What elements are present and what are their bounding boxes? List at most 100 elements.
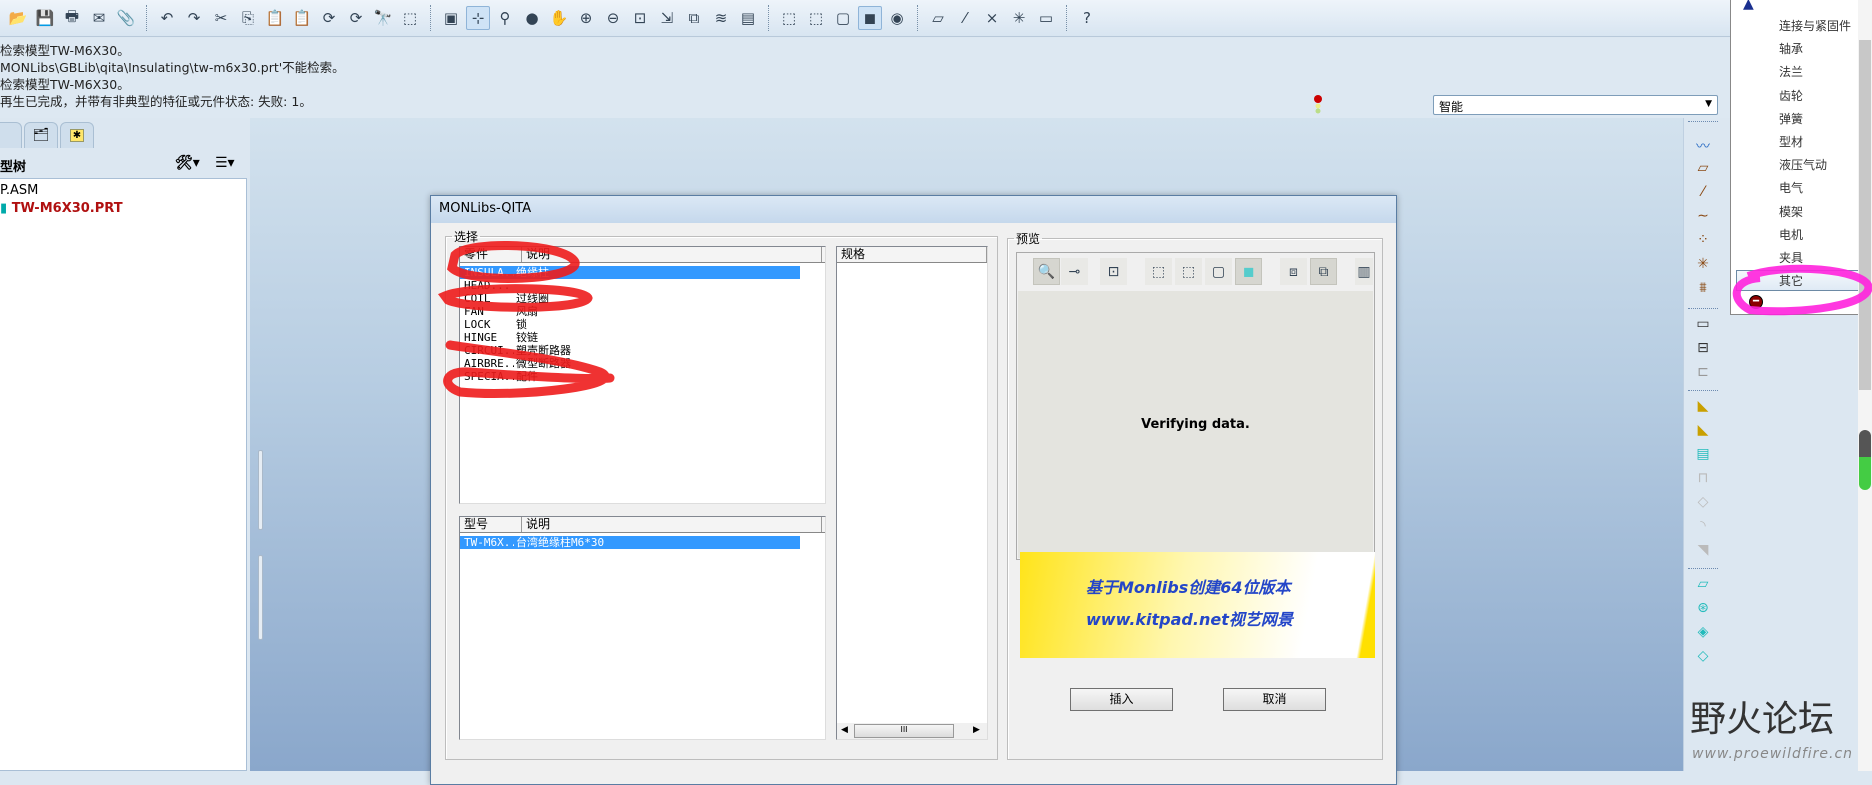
wireframe-icon[interactable]: ⬚ [777, 6, 801, 30]
wireframe-icon[interactable]: ⬚ [1145, 258, 1172, 285]
revolve-icon[interactable]: ⊛ [1692, 600, 1714, 622]
copy-icon[interactable]: ⎘ [236, 6, 260, 30]
redo-icon[interactable]: ↷ [182, 6, 206, 30]
assemble-icon[interactable]: ◣ [1692, 398, 1714, 420]
scroll-right-icon[interactable]: ▶ [973, 725, 980, 735]
shading-icon[interactable]: ◼ [1235, 258, 1262, 285]
menu-item[interactable]: 其它 [1779, 271, 1803, 291]
menu-item[interactable]: 轴承 [1779, 39, 1803, 59]
no-hidden-icon[interactable]: ▢ [1205, 258, 1232, 285]
select-box-icon[interactable]: ⬚ [398, 6, 422, 30]
undo-icon[interactable]: ↶ [155, 6, 179, 30]
view-manager-icon[interactable]: ⧉ [682, 6, 706, 30]
vertical-scrollbar[interactable] [1858, 0, 1872, 771]
cancel-button[interactable]: 取消 [1223, 688, 1326, 711]
scroll-left-icon[interactable]: ◀ [841, 725, 848, 735]
find-icon[interactable]: 🔭 [371, 6, 395, 30]
menu-item[interactable]: 连接与紧固件 [1779, 16, 1851, 36]
splitter-handle[interactable] [258, 450, 263, 530]
shading-icon[interactable]: ◼ [858, 6, 882, 30]
menu-item[interactable]: 齿轮 [1779, 86, 1803, 106]
model-list[interactable]: 型号说明 TW-M6X...台湾绝缘柱M6*30 [459, 516, 826, 740]
annotation-element-icon[interactable]: ⊏ [1692, 364, 1714, 386]
refit-icon[interactable]: ⊡ [1100, 258, 1127, 285]
assemble-manikin-icon[interactable]: ◣ [1692, 422, 1714, 444]
trimetric-icon[interactable]: ⧉ [1310, 258, 1337, 285]
snapshot-icon[interactable]: ▤ [736, 6, 760, 30]
scroll-thumb[interactable]: III [854, 724, 954, 738]
parts-list-row[interactable]: INSULA...绝缘柱 [460, 266, 800, 279]
zoom-in-icon[interactable]: ⊕ [574, 6, 598, 30]
preview-canvas[interactable]: Verifying data. [1018, 291, 1373, 558]
paste-special-icon[interactable]: 📋 [290, 6, 314, 30]
menu-item[interactable]: 模架 [1779, 202, 1803, 222]
parts-list-row[interactable]: LOCK 锁 [460, 318, 800, 331]
tab-model-tree[interactable] [0, 122, 22, 148]
column-header-description[interactable]: 说明 [522, 517, 822, 532]
csys-icon[interactable]: ✳ [1692, 256, 1714, 278]
paste-icon[interactable]: 📋 [263, 6, 287, 30]
menu-item[interactable]: 弹簧 [1779, 109, 1803, 129]
open-icon[interactable]: 📂 [6, 6, 30, 30]
menu-item[interactable]: 型材 [1779, 132, 1803, 152]
datum-curve-icon[interactable]: ∼ [1692, 208, 1714, 230]
parts-list-row[interactable]: COIL 过线圈 [460, 292, 800, 305]
column-header-model[interactable]: 型号 [460, 517, 522, 532]
parts-list-row[interactable]: CIRCUI...塑壳断路器 [460, 344, 800, 357]
pan-icon[interactable]: ⊸ [1061, 258, 1088, 285]
tree-item-assembly[interactable]: P.ASM [0, 183, 38, 198]
parts-list-row[interactable]: HINGE 铰链 [460, 331, 800, 344]
context-help-icon[interactable]: ? [1075, 6, 1099, 30]
parts-list-row[interactable]: SPECIA...配件 [460, 370, 800, 383]
isometric-icon[interactable]: ⧈ [1280, 258, 1307, 285]
refit-icon[interactable]: ⊡ [628, 6, 652, 30]
sketch-icon[interactable]: 〰 [1692, 136, 1714, 158]
film-icon[interactable]: ▥ [1355, 258, 1373, 285]
shade-icon[interactable]: ● [520, 6, 544, 30]
hidden-line-icon[interactable]: ⬚ [1175, 258, 1202, 285]
scroll-up-icon[interactable]: ▲ [1743, 0, 1754, 12]
csys-icon[interactable]: ✳ [1007, 6, 1031, 30]
annotations-icon[interactable]: ▭ [1034, 6, 1058, 30]
save-icon[interactable]: 💾 [33, 6, 57, 30]
tree-item-part[interactable]: ▮ TW-M6X30.PRT [0, 201, 123, 216]
parts-list[interactable]: 零件说明 INSULA...绝缘柱HEAD...COIL过线圈FAN风扇LOCK… [459, 246, 826, 504]
orient-icon[interactable]: ⚲ [493, 6, 517, 30]
horizontal-scrollbar[interactable]: ◀ III ▶ [837, 723, 987, 739]
no-hidden-icon[interactable]: ▢ [831, 6, 855, 30]
layers-icon[interactable]: ≋ [709, 6, 733, 30]
tab-favorites[interactable]: ✱ [60, 122, 94, 148]
create-component-icon[interactable]: ▤ [1692, 446, 1714, 468]
tab-folder-browser[interactable]: 🗂 [24, 122, 58, 148]
tree-filters-icon[interactable]: ☰▾ [215, 155, 235, 171]
selection-filter-dropdown[interactable]: 智能 ▼ [1433, 95, 1718, 115]
tree-settings-icon[interactable]: 🛠▾ [175, 155, 200, 171]
cut-icon[interactable]: ✂ [209, 6, 233, 30]
datum-points-icon[interactable]: × [980, 6, 1004, 30]
note-icon[interactable]: ▭ [1692, 316, 1714, 338]
menu-item[interactable]: 法兰 [1779, 62, 1803, 82]
datum-planes-icon[interactable]: ▱ [926, 6, 950, 30]
stop-icon[interactable]: ━ [1749, 295, 1763, 309]
scroll-thumb[interactable] [1859, 40, 1871, 390]
send-icon[interactable]: ✉ [87, 6, 111, 30]
datum-axes-icon[interactable]: ⁄ [953, 6, 977, 30]
parts-list-row[interactable]: HEAD... [460, 279, 800, 292]
menu-item[interactable]: 夹具 [1779, 248, 1803, 268]
regen-status-icon[interactable] [1313, 95, 1323, 115]
print-icon[interactable]: 🖶 [60, 6, 84, 30]
analysis-icon[interactable]: ⩩ [1692, 280, 1714, 302]
reorient-icon[interactable]: ⇲ [655, 6, 679, 30]
menu-item[interactable]: 液压气动 [1779, 155, 1827, 175]
spec-list[interactable]: 规格 ◀ III ▶ [836, 246, 988, 740]
regenerate-icon[interactable]: ⟳ [317, 6, 341, 30]
attach-icon[interactable]: 📎 [114, 6, 138, 30]
splitter-handle[interactable] [258, 555, 263, 640]
appearance-icon[interactable]: ◉ [885, 6, 909, 30]
repaint-icon[interactable]: ▣ [439, 6, 463, 30]
parts-list-row[interactable]: AIRBRE...微型断路器 [460, 357, 800, 370]
hidden-line-icon[interactable]: ⬚ [804, 6, 828, 30]
insert-button[interactable]: 插入 [1070, 688, 1173, 711]
blend-icon[interactable]: ◇ [1692, 648, 1714, 670]
zoom-out-icon[interactable]: ⊖ [601, 6, 625, 30]
